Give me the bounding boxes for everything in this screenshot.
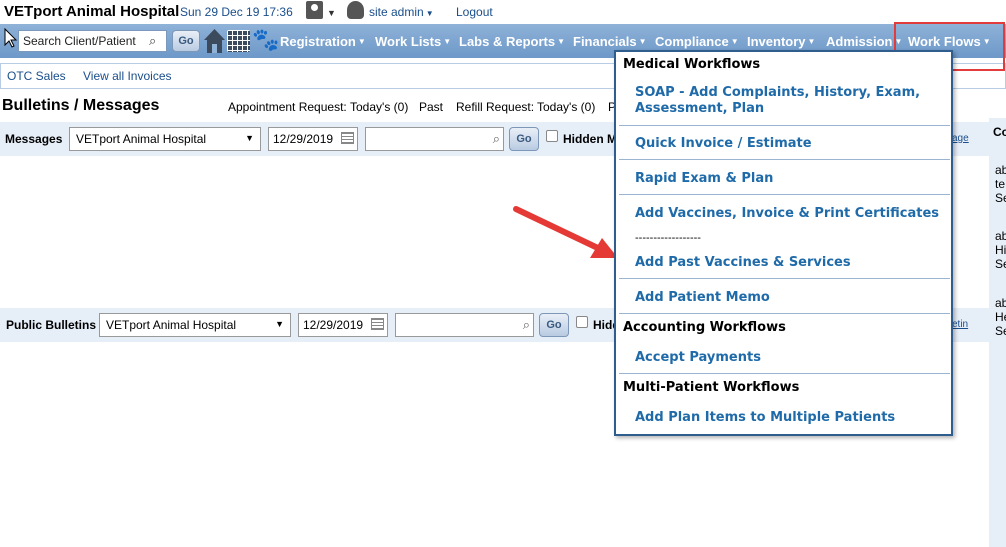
work-flows-menu: Medical Workflows SOAP - Add Complaints,… bbox=[614, 50, 953, 436]
public-bulletin-link[interactable]: etin bbox=[952, 319, 968, 330]
hospital-title: VETport Animal Hospital bbox=[4, 3, 180, 20]
search-go-button[interactable]: Go bbox=[172, 30, 200, 52]
menu-item-accept-payments[interactable]: Accept Payments bbox=[635, 350, 761, 366]
user-icon[interactable] bbox=[306, 1, 323, 19]
menu-section-accounting: Accounting Workflows bbox=[623, 320, 786, 335]
menu-divider bbox=[619, 313, 950, 314]
right-column-line[interactable]: ab bbox=[995, 163, 1006, 177]
menu-item-add-plan-items[interactable]: Add Plan Items to Multiple Patients bbox=[635, 410, 895, 426]
right-column-header: Co bbox=[993, 125, 1006, 139]
menu-divider bbox=[619, 159, 950, 160]
menu-dash-separator: ------------------ bbox=[635, 232, 701, 244]
public-hidden-checkbox[interactable] bbox=[576, 316, 588, 328]
right-column-line: He bbox=[995, 310, 1006, 324]
messages-hidden-label: Hidden M bbox=[563, 132, 617, 146]
messages-go-button[interactable]: Go bbox=[509, 127, 539, 151]
search-input[interactable]: Search Client/Patient bbox=[18, 30, 167, 52]
right-column-line[interactable]: ab bbox=[995, 296, 1006, 310]
appointment-past-link[interactable]: Past bbox=[419, 100, 443, 114]
menu-divider bbox=[619, 373, 950, 374]
right-column-line: Se bbox=[995, 191, 1006, 205]
menu-section-medical: Medical Workflows bbox=[623, 57, 761, 72]
right-column-line: te bbox=[995, 177, 1006, 191]
calendar-icon[interactable] bbox=[227, 30, 250, 52]
nav-registration[interactable]: Registration ▼ bbox=[280, 34, 366, 49]
view-invoices-link[interactable]: View all Invoices bbox=[83, 69, 172, 83]
home-icon[interactable] bbox=[203, 28, 226, 54]
right-column-line: Se bbox=[995, 324, 1006, 338]
refill-request-label: Refill Request: bbox=[456, 100, 535, 114]
public-hospital-select[interactable]: VETport Animal Hospital ▼ bbox=[99, 313, 291, 337]
menu-section-multi-patient: Multi-Patient Workflows bbox=[623, 380, 800, 395]
logout-link[interactable]: Logout bbox=[456, 5, 493, 19]
search-icon[interactable]: ⌕ bbox=[149, 33, 156, 49]
menu-item-add-past-vaccines[interactable]: Add Past Vaccines & Services bbox=[635, 255, 851, 271]
nav-financials[interactable]: Financials ▼ bbox=[573, 34, 647, 49]
annotation-arrow-icon bbox=[513, 206, 618, 258]
messages-hospital-select[interactable]: VETport Animal Hospital ▼ bbox=[69, 127, 261, 151]
menu-item-add-patient-memo[interactable]: Add Patient Memo bbox=[635, 290, 770, 306]
menu-divider bbox=[619, 125, 950, 126]
admin-badge-icon bbox=[347, 1, 364, 19]
menu-item-quick-invoice[interactable]: Quick Invoice / Estimate bbox=[635, 136, 812, 152]
messages-date-field[interactable]: 12/29/2019 bbox=[268, 127, 358, 151]
menu-divider bbox=[619, 278, 950, 279]
public-bulletins-label: Public Bulletins bbox=[6, 318, 97, 332]
messages-hidden-checkbox[interactable] bbox=[546, 130, 558, 142]
menu-item-soap[interactable]: SOAP - Add Complaints, History, Exam, As… bbox=[635, 85, 935, 117]
public-go-button[interactable]: Go bbox=[539, 313, 569, 337]
search-icon[interactable]: ⌕ bbox=[493, 131, 500, 147]
mouse-cursor-icon bbox=[4, 28, 18, 48]
messages-label: Messages bbox=[5, 132, 63, 146]
appointment-today-link[interactable]: Today's (0) bbox=[350, 100, 408, 114]
public-search-field[interactable]: ⌕ bbox=[395, 313, 534, 337]
nav-inventory[interactable]: Inventory ▼ bbox=[747, 34, 815, 49]
appointment-request-label: Appointment Request: bbox=[228, 100, 347, 114]
menu-item-rapid-exam[interactable]: Rapid Exam & Plan bbox=[635, 171, 773, 187]
otc-sales-link[interactable]: OTC Sales bbox=[7, 69, 66, 83]
right-column-line[interactable]: ab bbox=[995, 229, 1006, 243]
current-datetime: Sun 29 Dec 19 17:36 bbox=[180, 5, 293, 19]
nav-work-lists[interactable]: Work Lists ▼ bbox=[375, 34, 451, 49]
user-menu[interactable]: site admin ▼ bbox=[369, 5, 434, 19]
page-title: Bulletins / Messages bbox=[2, 97, 160, 114]
refill-today-link[interactable]: Today's (0) bbox=[537, 100, 595, 114]
public-date-field[interactable]: 12/29/2019 bbox=[298, 313, 388, 337]
nav-admission[interactable]: Admission ▼ bbox=[826, 34, 902, 49]
messages-manage-link[interactable]: age bbox=[952, 133, 969, 144]
menu-item-add-vaccines[interactable]: Add Vaccines, Invoice & Print Certificat… bbox=[635, 206, 939, 222]
chevron-down-icon[interactable]: ▼ bbox=[327, 8, 336, 18]
calendar-icon[interactable] bbox=[341, 132, 354, 144]
paw-icon[interactable]: 🐾 bbox=[252, 27, 279, 53]
nav-compliance[interactable]: Compliance ▼ bbox=[655, 34, 739, 49]
right-column-line: Hi bbox=[995, 243, 1006, 257]
search-icon[interactable]: ⌕ bbox=[523, 317, 530, 333]
menu-divider bbox=[619, 194, 950, 195]
right-column-line: Se bbox=[995, 257, 1006, 271]
messages-search-field[interactable]: ⌕ bbox=[365, 127, 504, 151]
nav-labs-reports[interactable]: Labs & Reports ▼ bbox=[459, 34, 565, 49]
calendar-icon[interactable] bbox=[371, 318, 384, 330]
